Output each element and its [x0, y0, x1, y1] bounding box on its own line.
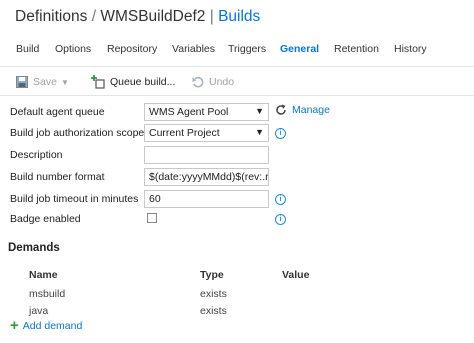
demand-name[interactable]: java	[29, 305, 48, 317]
definitions-breadcrumb[interactable]: Definitions	[15, 8, 87, 25]
tab-repository[interactable]: Repository	[107, 43, 157, 55]
auth-scope-label: Build job authorization scope	[10, 127, 145, 139]
demands-heading: Demands	[8, 242, 60, 254]
timeout-input[interactable]: 60	[144, 190, 269, 208]
chevron-down-icon: ▼	[255, 127, 264, 137]
definition-name: WMSBuildDef2	[100, 8, 206, 25]
tab-triggers[interactable]: Triggers	[228, 43, 266, 55]
queue-build-button[interactable]: Queue build...	[91, 75, 175, 89]
badge-label: Badge enabled	[10, 213, 81, 225]
column-header-value: Value	[282, 269, 310, 281]
badge-checkbox[interactable]	[147, 213, 157, 223]
page-title: Definitions / WMSBuildDef2 | Builds	[15, 8, 260, 26]
description-label: Description	[10, 149, 63, 161]
timeout-label: Build job timeout in minutes	[10, 193, 139, 205]
undo-label: Undo	[209, 76, 235, 88]
tab-general[interactable]: General	[280, 43, 319, 55]
add-demand-label: Add demand	[22, 320, 83, 332]
save-button[interactable]: Save ▼	[16, 75, 69, 89]
manage-label: Manage	[292, 104, 330, 116]
demand-type[interactable]: exists	[200, 288, 227, 300]
refresh-icon	[276, 104, 286, 115]
plus-icon: +	[10, 317, 19, 334]
demand-name[interactable]: msbuild	[29, 288, 65, 300]
breadcrumb-separator: /	[91, 8, 96, 25]
queue-build-icon	[91, 75, 105, 89]
tab-build[interactable]: Build	[16, 43, 39, 55]
undo-button[interactable]: Undo	[192, 75, 234, 89]
info-icon[interactable]: i	[275, 194, 286, 205]
column-header-type: Type	[200, 269, 224, 281]
toolbar: Save ▼ Queue build... Undo	[0, 66, 474, 96]
chevron-down-icon: ▼	[255, 106, 264, 116]
save-icon	[16, 76, 28, 88]
column-header-name: Name	[29, 269, 58, 281]
tab-retention[interactable]: Retention	[334, 43, 379, 55]
info-icon[interactable]: i	[275, 214, 286, 225]
title-pipe: |	[209, 8, 214, 25]
add-demand-button[interactable]: + Add demand	[10, 317, 83, 334]
undo-icon	[192, 76, 204, 88]
agent-queue-select[interactable]: WMS Agent Pool ▼	[144, 103, 269, 121]
agent-queue-value: WMS Agent Pool	[149, 106, 229, 118]
number-format-input[interactable]: $(date:yyyyMMdd)$(rev:.r)	[144, 168, 269, 186]
tab-options[interactable]: Options	[55, 43, 91, 55]
save-label: Save	[33, 76, 57, 88]
number-format-label: Build number format	[10, 171, 105, 183]
info-icon[interactable]: i	[275, 128, 286, 139]
tab-history[interactable]: History	[394, 43, 427, 55]
save-dropdown-icon: ▼	[60, 77, 69, 87]
auth-scope-value: Current Project	[149, 127, 220, 139]
queue-build-label: Queue build...	[110, 76, 176, 88]
description-input[interactable]	[144, 146, 269, 164]
agent-queue-label: Default agent queue	[10, 106, 105, 118]
auth-scope-select[interactable]: Current Project ▼	[144, 124, 269, 142]
tab-variables[interactable]: Variables	[172, 43, 215, 55]
builds-link[interactable]: Builds	[218, 8, 260, 25]
manage-link[interactable]: Manage	[275, 104, 330, 116]
demand-type[interactable]: exists	[200, 305, 227, 317]
